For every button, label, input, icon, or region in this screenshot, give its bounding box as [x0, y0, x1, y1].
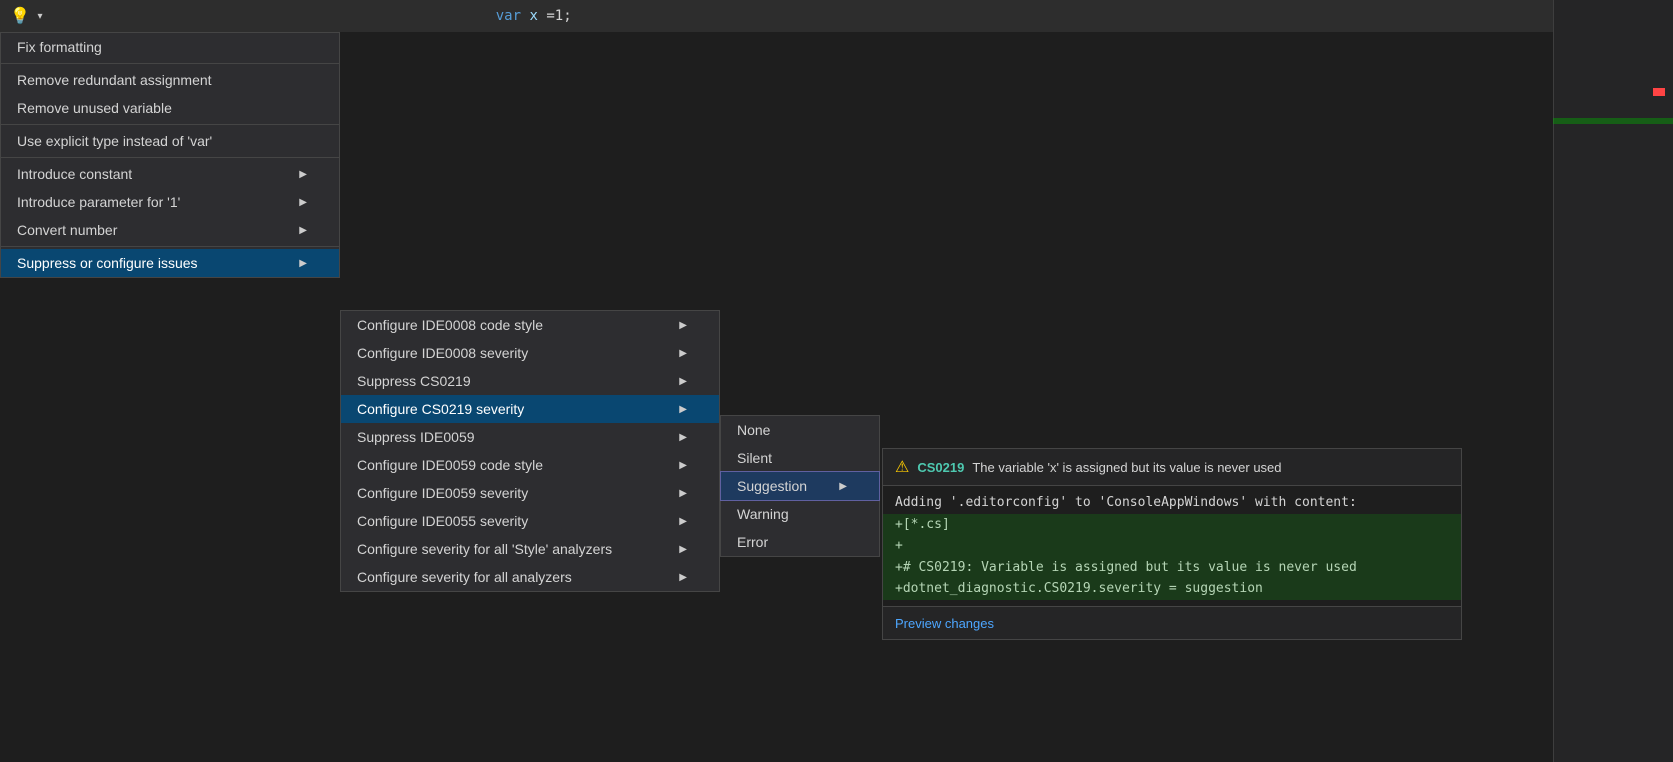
- tertiary-context-menu: None Silent Suggestion ▶ Warning Error: [720, 415, 880, 557]
- preview-panel: ⚠ CS0219 The variable 'x' is assigned bu…: [882, 448, 1462, 640]
- menu-item-silent[interactable]: Silent: [721, 444, 879, 472]
- menu-item-configure-ide0008-severity[interactable]: Configure IDE0008 severity ▶: [341, 339, 719, 367]
- menu-item-suppress-ide0059[interactable]: Suppress IDE0059 ▶: [341, 423, 719, 451]
- code-rest: =1;: [546, 8, 571, 24]
- menu-separator-1: [1, 63, 339, 64]
- menu-item-suppress-configure[interactable]: Suppress or configure issues ▶: [1, 249, 339, 277]
- arrow-icon-introduce-parameter: ▶: [299, 197, 307, 208]
- arrow-icon-ide0059-style: ▶: [679, 460, 687, 471]
- code-line-2: +: [883, 535, 1461, 557]
- primary-context-menu: Fix formatting Remove redundant assignme…: [0, 32, 340, 278]
- arrow-icon-ide0059-severity: ▶: [679, 488, 687, 499]
- menu-separator-4: [1, 246, 339, 247]
- arrow-icon-suggestion: ▶: [839, 481, 847, 492]
- menu-item-configure-cs0219-severity[interactable]: Configure CS0219 severity ▶: [341, 395, 719, 423]
- arrow-icon-ide0055-severity: ▶: [679, 516, 687, 527]
- menu-item-convert-number[interactable]: Convert number ▶: [1, 216, 339, 244]
- preview-header: ⚠ CS0219 The variable 'x' is assigned bu…: [883, 449, 1461, 486]
- menu-item-suppress-cs0219[interactable]: Suppress CS0219 ▶: [341, 367, 719, 395]
- secondary-context-menu: Configure IDE0008 code style ▶ Configure…: [340, 310, 720, 592]
- menu-item-configure-ide0059-style[interactable]: Configure IDE0059 code style ▶: [341, 451, 719, 479]
- menu-item-configure-ide0055-severity[interactable]: Configure IDE0055 severity ▶: [341, 507, 719, 535]
- code-line-1: +[*.cs]: [883, 514, 1461, 536]
- menu-item-suggestion[interactable]: Suggestion ▶: [721, 472, 879, 500]
- menu-separator-2: [1, 124, 339, 125]
- code-variable: x: [529, 8, 537, 24]
- menu-item-none[interactable]: None: [721, 416, 879, 444]
- arrow-icon-suppress-ide0059: ▶: [679, 432, 687, 443]
- menu-item-remove-redundant[interactable]: Remove redundant assignment: [1, 66, 339, 94]
- cs-code: CS0219: [917, 460, 964, 475]
- preview-footer: Preview changes: [883, 606, 1461, 639]
- minimap-inner: [1554, 0, 1673, 762]
- preview-description: The variable 'x' is assigned but its val…: [972, 460, 1281, 475]
- menu-item-use-explicit[interactable]: Use explicit type instead of 'var': [1, 127, 339, 155]
- preview-code-block: Adding '.editorconfig' to 'ConsoleAppWin…: [883, 486, 1461, 606]
- arrow-icon-all-analyzers: ▶: [679, 572, 687, 583]
- menu-item-warning[interactable]: Warning: [721, 500, 879, 528]
- menu-item-configure-ide0008-style[interactable]: Configure IDE0008 code style ▶: [341, 311, 719, 339]
- menu-item-configure-ide0059-severity[interactable]: Configure IDE0059 severity ▶: [341, 479, 719, 507]
- editor-code: var x =1;: [108, 8, 572, 24]
- menu-separator-3: [1, 157, 339, 158]
- menu-item-error[interactable]: Error: [721, 528, 879, 556]
- lightbulb-icon[interactable]: 💡: [8, 4, 32, 28]
- arrow-icon-introduce-constant: ▶: [299, 169, 307, 180]
- menu-item-configure-all-analyzers[interactable]: Configure severity for all analyzers ▶: [341, 563, 719, 591]
- keyword-var: var: [496, 8, 521, 24]
- arrow-icon-configure-cs0219-severity: ▶: [679, 404, 687, 415]
- menu-item-configure-style-analyzers[interactable]: Configure severity for all 'Style' analy…: [341, 535, 719, 563]
- menu-item-fix-formatting[interactable]: Fix formatting: [1, 33, 339, 61]
- arrow-icon-convert-number: ▶: [299, 225, 307, 236]
- arrow-icon-suppress-cs0219: ▶: [679, 376, 687, 387]
- arrow-icon-suppress-configure: ▶: [299, 258, 307, 269]
- menu-item-introduce-constant[interactable]: Introduce constant ▶: [1, 160, 339, 188]
- minimap-highlight-green: [1553, 118, 1673, 124]
- arrow-icon-ide0008-severity: ▶: [679, 348, 687, 359]
- preview-changes-link[interactable]: Preview changes: [895, 616, 994, 631]
- warning-icon: ⚠: [895, 457, 909, 477]
- editor-topbar: 💡 ▾ var x =1;: [0, 0, 1673, 32]
- arrow-icon-style-analyzers: ▶: [679, 544, 687, 555]
- dropdown-arrow-icon[interactable]: ▾: [32, 4, 48, 28]
- code-line-3: +# CS0219: Variable is assigned but its …: [883, 557, 1461, 579]
- arrow-icon-ide0008-style: ▶: [679, 320, 687, 331]
- menu-item-remove-unused[interactable]: Remove unused variable: [1, 94, 339, 122]
- code-line-4: +dotnet_diagnostic.CS0219.severity = sug…: [883, 578, 1461, 600]
- code-line-0: Adding '.editorconfig' to 'ConsoleAppWin…: [883, 492, 1461, 514]
- menu-item-introduce-parameter[interactable]: Introduce parameter for '1' ▶: [1, 188, 339, 216]
- minimap-highlight-red: [1653, 88, 1665, 96]
- minimap: [1553, 0, 1673, 762]
